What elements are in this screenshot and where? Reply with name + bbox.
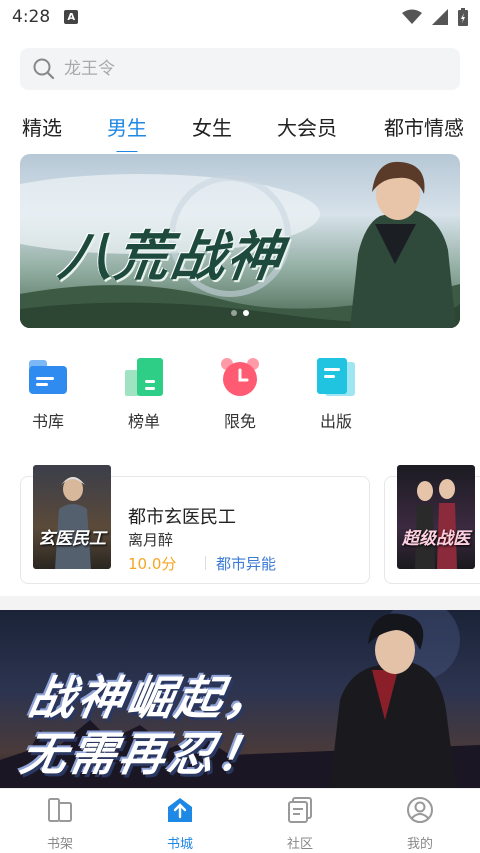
book-score: 10.0分 [128, 555, 177, 573]
nav-community[interactable]: 社区 [240, 789, 360, 853]
tab-male[interactable]: 男生 [107, 112, 147, 152]
book-card[interactable]: 超级战医 [384, 465, 480, 584]
quick-nav-ranking[interactable]: 榜单 [116, 356, 172, 432]
tab-vip[interactable]: 大会员 [277, 112, 337, 141]
book-cover: 玄医民工 [33, 465, 111, 569]
hero-banner[interactable]: 八荒战神 [20, 154, 460, 328]
battery-icon [458, 8, 468, 26]
free-clock-icon [221, 358, 259, 396]
publish-icon [317, 358, 355, 396]
bookshelf-icon [48, 798, 72, 822]
community-icon [288, 797, 312, 823]
ranking-icon [125, 358, 163, 396]
pagination-dot [231, 310, 237, 316]
search-input[interactable] [64, 59, 424, 79]
category-tabs: 精选 男生 女生 大会员 都市情感 [0, 100, 480, 152]
book-card[interactable]: 玄医民工 都市玄医民工 离月醉 10.0分 都市异能 [20, 465, 370, 584]
banner-title: 八荒战神 [54, 225, 288, 288]
quick-nav-library[interactable]: 书库 [20, 356, 76, 432]
bookstore-icon [168, 798, 192, 822]
signal-icon [432, 9, 448, 25]
notification-badge: A [64, 10, 79, 24]
pagination-dot-active [243, 310, 249, 316]
section-divider [0, 596, 480, 610]
active-tab-indicator [116, 150, 138, 152]
search-icon [33, 58, 55, 80]
quick-nav-publish[interactable]: 出版 [308, 356, 364, 432]
book-author: 离月醉 [128, 531, 174, 549]
profile-icon [407, 797, 433, 823]
tab-urban-romance[interactable]: 都市情感 [384, 112, 464, 141]
library-icon [29, 360, 67, 394]
book-cover: 超级战医 [397, 465, 475, 569]
quick-nav-free[interactable]: 限免 [212, 356, 268, 432]
promo-headline-2: 无需再忍！ [16, 727, 272, 781]
nav-bookstore[interactable]: 书城 [120, 789, 240, 853]
cover-figure [415, 479, 457, 569]
status-bar: 4:28 A [0, 0, 480, 34]
bottom-navigation: 书架 书城 社区 我的 [0, 788, 480, 853]
banner-pagination [231, 310, 249, 316]
status-time: 4:28 [12, 7, 51, 27]
cover-figure [55, 477, 91, 569]
nav-bookshelf[interactable]: 书架 [0, 789, 120, 853]
tab-female[interactable]: 女生 [192, 112, 232, 141]
book-carousel: 玄医民工 都市玄医民工 离月醉 10.0分 都市异能 超级战医 [0, 464, 480, 584]
status-icons [402, 8, 468, 26]
search-bar[interactable] [20, 48, 460, 90]
wifi-icon [402, 9, 422, 24]
book-title: 都市玄医民工 [128, 507, 236, 528]
quick-nav: 书库 榜单 限免 出版 [0, 356, 480, 436]
book-genre: 都市异能 [216, 555, 277, 573]
separator [205, 556, 206, 570]
tab-featured[interactable]: 精选 [22, 112, 62, 141]
nav-profile[interactable]: 我的 [360, 789, 480, 853]
promo-banner[interactable]: 战神崛起， 无需再忍！ [0, 610, 480, 788]
